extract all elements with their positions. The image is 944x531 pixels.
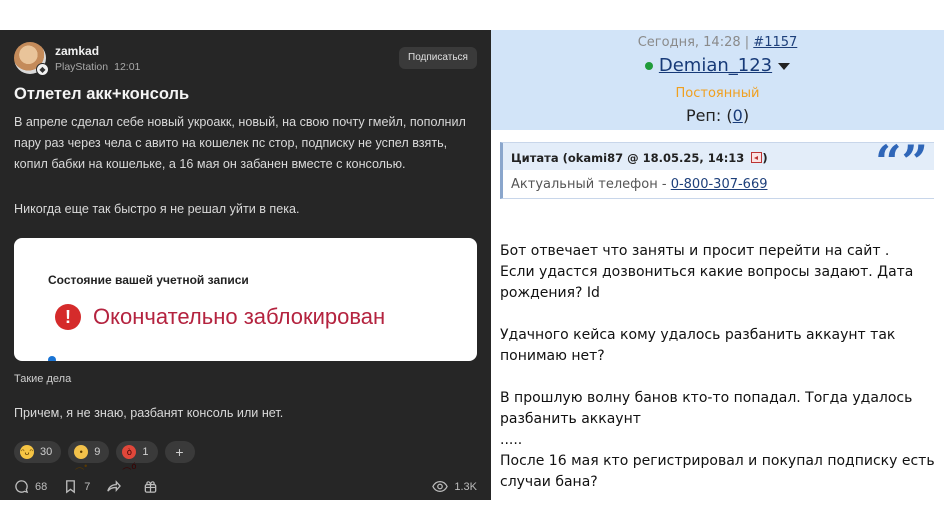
views-count: 1.3K (454, 480, 477, 493)
post-paragraph-3: Причем, я не знаю, разбанят консоль или … (14, 406, 284, 420)
post-author[interactable]: zamkad (55, 44, 99, 58)
username-link[interactable]: Demian_123 (659, 55, 772, 76)
online-status-icon (644, 62, 653, 70)
reputation: Реп: (0) (491, 106, 944, 125)
quote-author-line: Цитата (okami87 @ 18.05.25, 14:13 ) (511, 151, 768, 165)
chevron-down-icon[interactable] (778, 62, 791, 70)
post-platform[interactable]: PlayStation (55, 61, 108, 73)
user-rank: Постоянный (675, 86, 760, 101)
jump-to-quote-icon[interactable] (751, 152, 763, 163)
reaction-count: 30 (40, 446, 53, 458)
post-info-separator: | (744, 35, 750, 50)
reaction-laughing[interactable]: ᵔᴗᵔ 30 (14, 441, 62, 463)
account-status: Окончательно заблокирован (93, 304, 386, 329)
post-date: Сегодня, 14:28 (637, 35, 741, 50)
rep-label: Реп: (685, 106, 722, 125)
gift-icon (145, 481, 157, 493)
error-icon: ! (55, 304, 81, 330)
reaction-count: 1 (142, 446, 149, 458)
account-state-title: Состояние вашей учетной записи (48, 273, 249, 287)
post-time: 12:01 (114, 61, 141, 73)
comments-count: 68 (35, 480, 48, 493)
gift-button[interactable] (143, 479, 164, 494)
image-caption: Такие дела (14, 373, 72, 385)
platform-badge-icon: ◆ (36, 63, 49, 76)
reactions-bar: ᵔᴗᵔ 30 •︵• 9 ò︵ó 1 + (14, 441, 195, 471)
rep-value-link[interactable]: 0 (733, 106, 743, 125)
comment-icon (15, 480, 29, 494)
laughing-emoji-icon: ᵔᴗᵔ (20, 445, 34, 459)
subscribe-button[interactable]: Подписаться (399, 47, 477, 69)
post-paragraph-2: Никогда еще так быстро я не решал уйти в… (14, 202, 300, 216)
share-button[interactable] (106, 479, 127, 494)
message-body: Бот отвечает что заняты и просит перейти… (500, 243, 935, 490)
share-icon (107, 480, 122, 492)
post-panel: ◆ zamkad PlayStation 12:01 Подписаться От… (0, 30, 491, 500)
post-actions: 68 7 (14, 479, 180, 494)
reaction-angry[interactable]: ò︵ó 1 (116, 441, 158, 471)
forum-panel: Сегодня, 14:28 | #1157 Demian_123 Постоя… (491, 30, 944, 500)
post-title: Отлетел акк+консоль (14, 85, 190, 103)
post-number-link[interactable]: #1157 (753, 35, 797, 50)
eye-icon (432, 480, 449, 493)
phone-link[interactable]: 0-800-307-669 (671, 177, 768, 192)
post-meta: PlayStation 12:01 (55, 61, 146, 73)
quote-label: Актуальный телефон - (511, 177, 671, 192)
post-paragraph-1: В апреле сделал себе новый укроакк, новы… (14, 115, 466, 171)
bookmark-icon (66, 480, 76, 494)
angry-emoji-icon: ò︵ó (122, 445, 137, 471)
avatar[interactable]: ◆ (14, 42, 49, 76)
user-header: Сегодня, 14:28 | #1157 Demian_123 Постоя… (491, 30, 944, 130)
quote-text: Актуальный телефон - 0-800-307-669 (511, 177, 768, 192)
bookmark-button[interactable]: 7 (63, 479, 90, 494)
quote-marks-icon: “” (875, 135, 928, 189)
reaction-sad[interactable]: •︵• 9 (68, 441, 110, 471)
views-counter: 1.3K (432, 479, 477, 494)
bookmarks-count: 7 (84, 480, 91, 493)
sad-emoji-icon: •︵• (74, 445, 89, 471)
quote-header-close: ) (762, 151, 768, 165)
quote-block: Цитата (okami87 @ 18.05.25, 14:13 ) “” А… (500, 139, 934, 199)
comments-button[interactable]: 68 (14, 479, 47, 494)
post-info-line: Сегодня, 14:28 | #1157 (491, 35, 944, 50)
username-row: Demian_123 (491, 55, 944, 76)
screenshot-card[interactable]: Состояние вашей учетной записи ! Окончат… (14, 238, 477, 361)
quote-header: Цитата (okami87 @ 18.05.25, 14:13 ) “” (503, 139, 934, 185)
rep-close-paren: ) (742, 106, 750, 125)
quote-author: Цитата (okami87 @ 18.05.25, 14:13 (511, 151, 745, 165)
reaction-count: 9 (94, 446, 101, 458)
add-reaction-button[interactable]: + (164, 441, 195, 463)
info-dot-icon (48, 356, 56, 361)
